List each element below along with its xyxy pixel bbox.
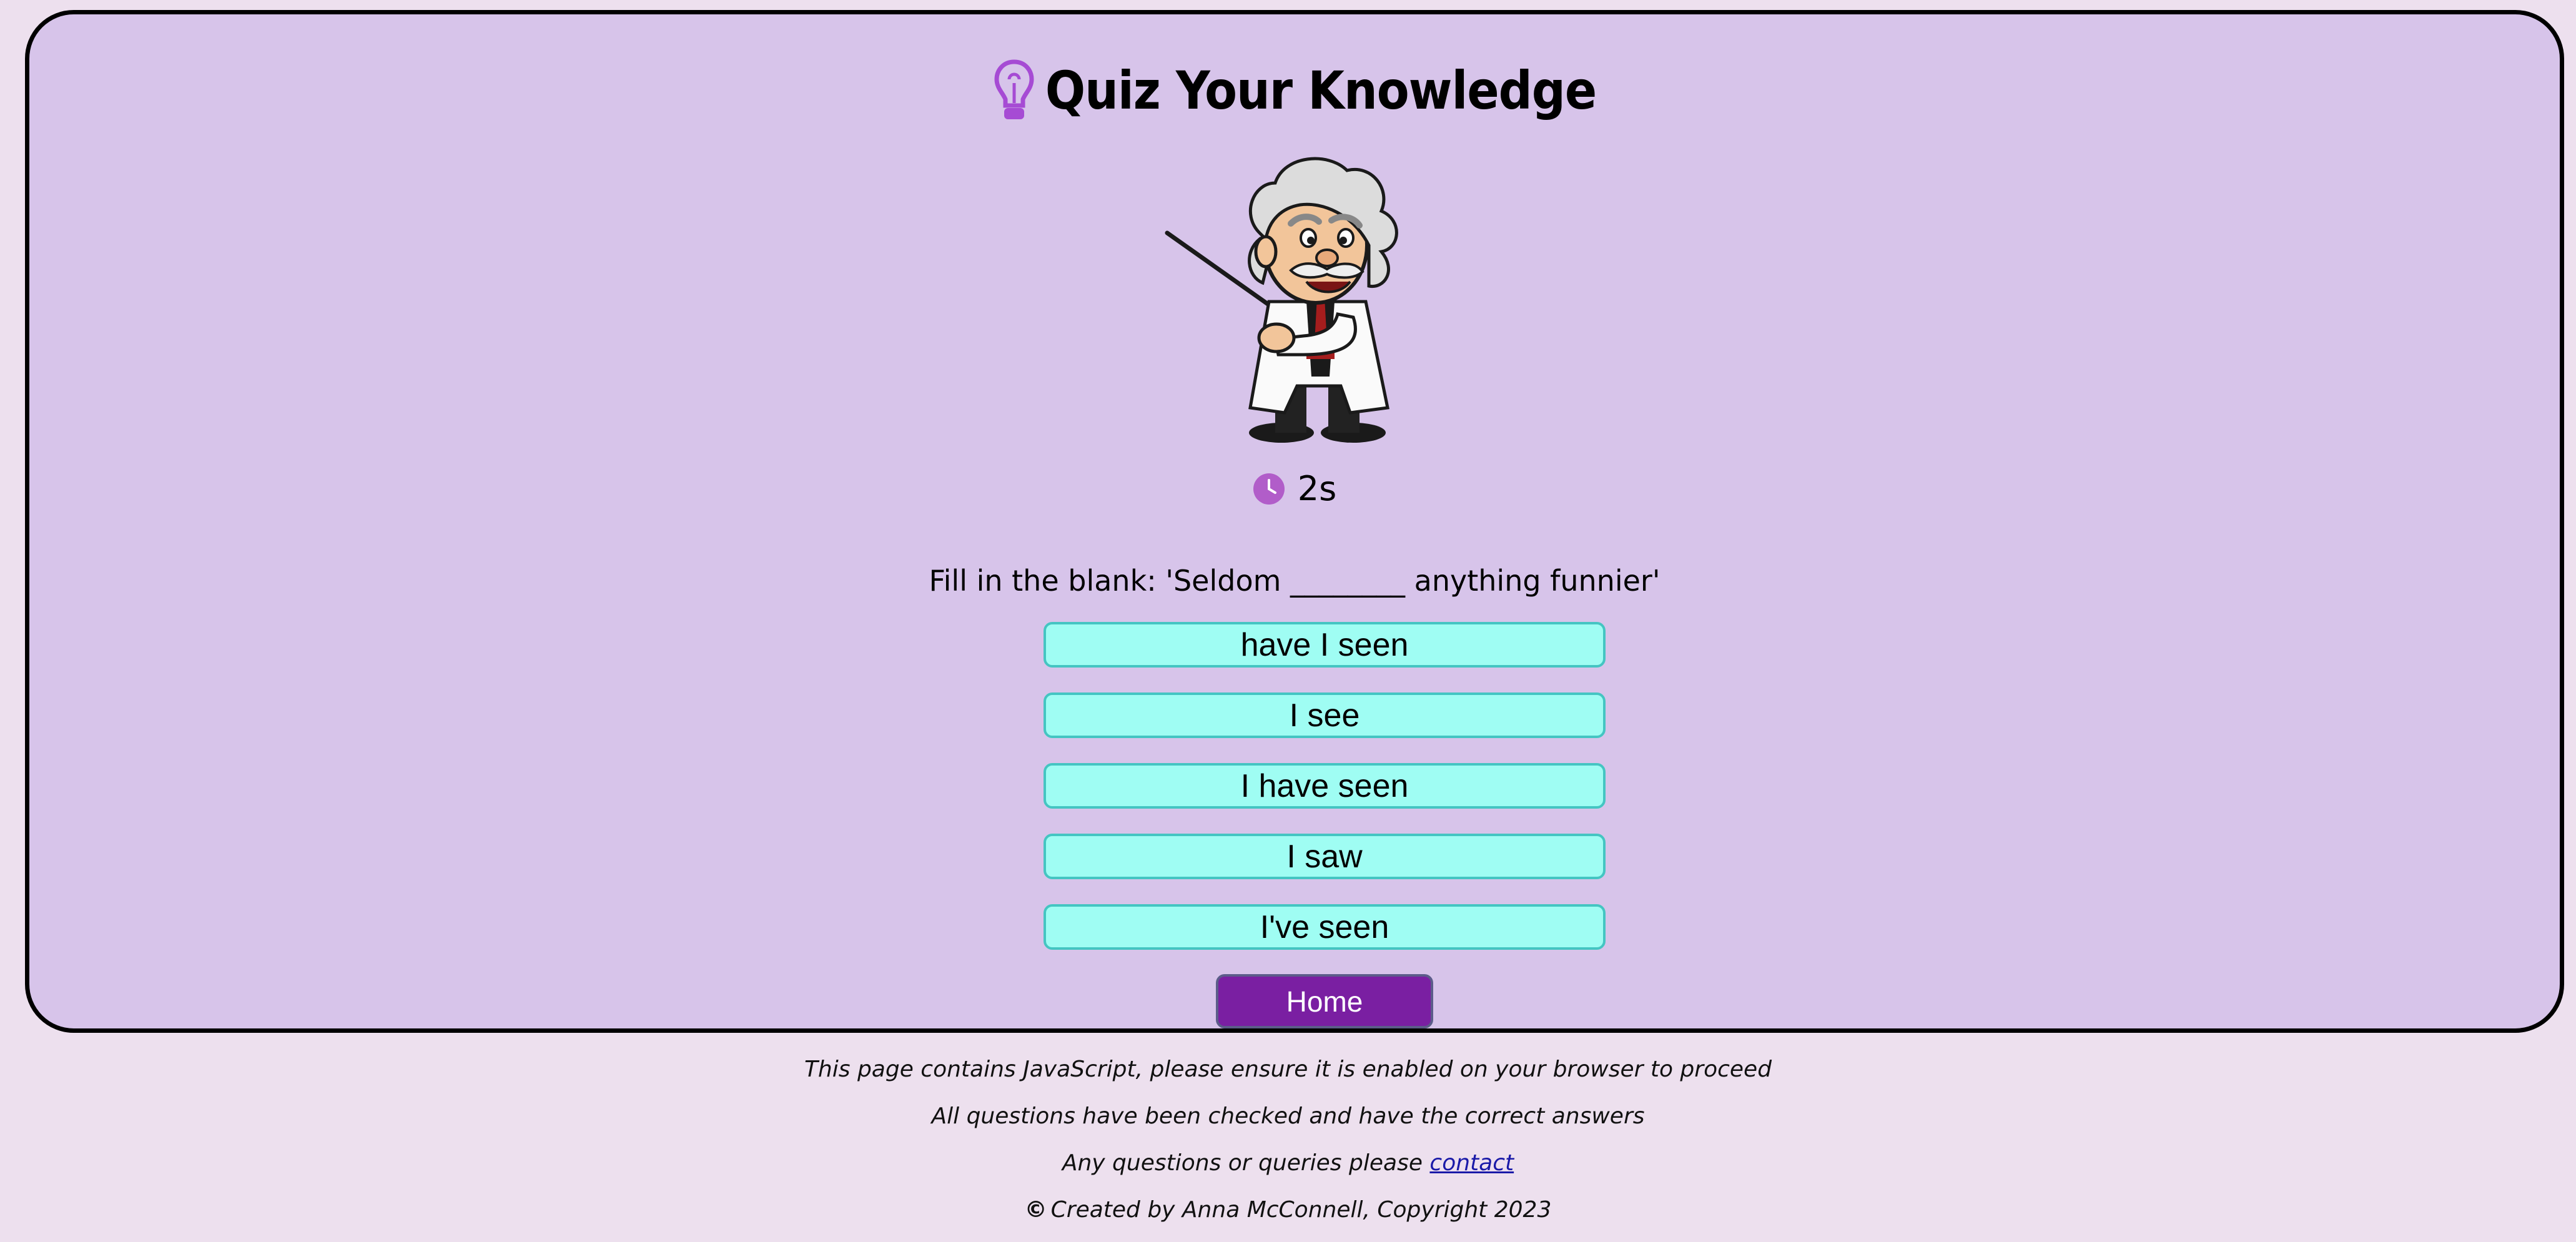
lightbulb-icon — [993, 58, 1035, 123]
page-title: Quiz Your Knowledge — [1045, 60, 1597, 121]
timer-value: 2s — [1297, 469, 1337, 508]
footer: This page contains JavaScript, please en… — [0, 1055, 2576, 1242]
question-text: Fill in the blank: 'Seldom ________ anyt… — [929, 564, 1661, 598]
clock-icon — [1253, 473, 1285, 505]
quiz-card: Quiz Your Knowledge 2s Fill in the blank… — [25, 10, 2564, 1033]
answer-button[interactable]: have I seen — [1044, 622, 1606, 668]
answer-button[interactable]: I see — [1044, 692, 1606, 738]
answer-list: have I seen I see I have seen I saw I've… — [1044, 622, 1606, 950]
page: Quiz Your Knowledge 2s Fill in the blank… — [0, 0, 2576, 1242]
footer-contact-line: Any questions or queries please contact — [0, 1149, 2576, 1177]
header: Quiz Your Knowledge — [29, 58, 2560, 123]
answer-button[interactable]: I have seen — [1044, 763, 1606, 809]
contact-link[interactable]: contact — [1429, 1150, 1514, 1176]
footer-copyright: © Created by Anna McConnell, Copyright 20… — [0, 1196, 2576, 1224]
timer: 2s — [29, 469, 2560, 508]
copyright-text: Created by Anna McConnell, Copyright 202… — [1050, 1197, 1552, 1223]
answer-button[interactable]: I saw — [1044, 834, 1606, 879]
copyright-icon: © — [1024, 1197, 1047, 1223]
home-button[interactable]: Home — [1216, 974, 1433, 1028]
answer-button[interactable]: I've seen — [1044, 904, 1606, 950]
footer-contact-prefix: Any questions or queries please — [1062, 1150, 1423, 1176]
footer-answers-notice: All questions have been checked and have… — [931, 1103, 1645, 1129]
footer-javascript-notice: This page contains JavaScript, please en… — [804, 1057, 1772, 1082]
professor-mascot — [1147, 139, 1491, 445]
